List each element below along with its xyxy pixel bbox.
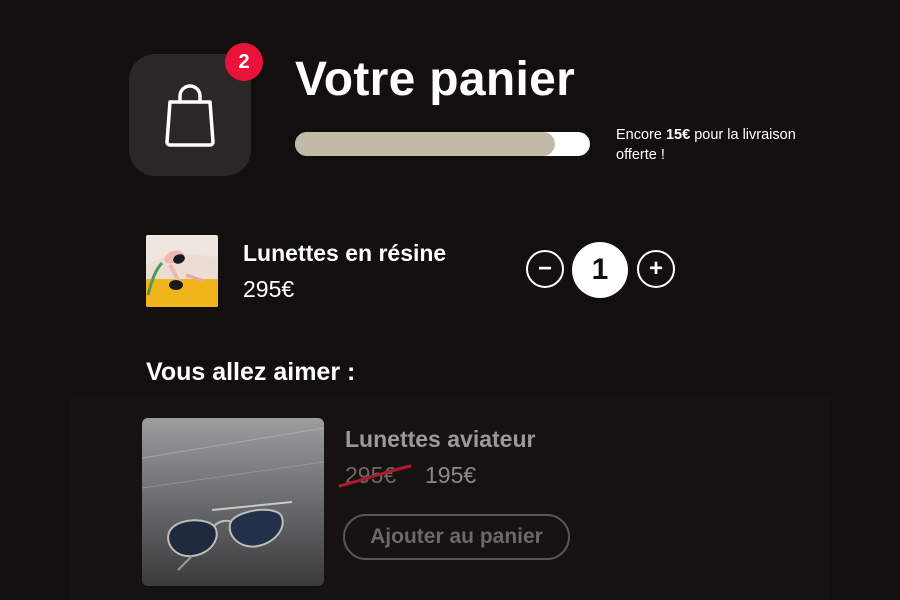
shopping-bag-icon	[165, 84, 215, 147]
page-title: Votre panier	[295, 53, 576, 106]
price-strikethrough	[338, 464, 412, 488]
cart-item-name: Lunettes en résine	[243, 240, 447, 266]
recommendation-name: Lunettes aviateur	[345, 426, 536, 452]
free-shipping-progress-bar	[295, 132, 590, 156]
cart-item-price: 295€	[243, 276, 295, 302]
shipping-note-prefix: Encore	[616, 127, 666, 143]
add-to-cart-button[interactable]: Ajouter au panier	[343, 514, 570, 560]
recommendations-heading: Vous allez aimer :	[146, 358, 356, 386]
free-shipping-progress-fill	[295, 132, 555, 156]
cart-count-badge: 2	[225, 43, 263, 81]
quantity-increment-button[interactable]: +	[637, 250, 675, 288]
recommendation-image[interactable]	[142, 418, 324, 586]
recommendation-new-price: 195€	[425, 462, 477, 488]
quantity-decrement-button[interactable]: −	[526, 250, 564, 288]
free-shipping-note: Encore 15€ pour la livraison offerte !	[616, 125, 806, 165]
shipping-note-amount: 15€	[665, 127, 691, 143]
quantity-value: 1	[572, 242, 628, 298]
cart-item-image	[146, 235, 218, 307]
